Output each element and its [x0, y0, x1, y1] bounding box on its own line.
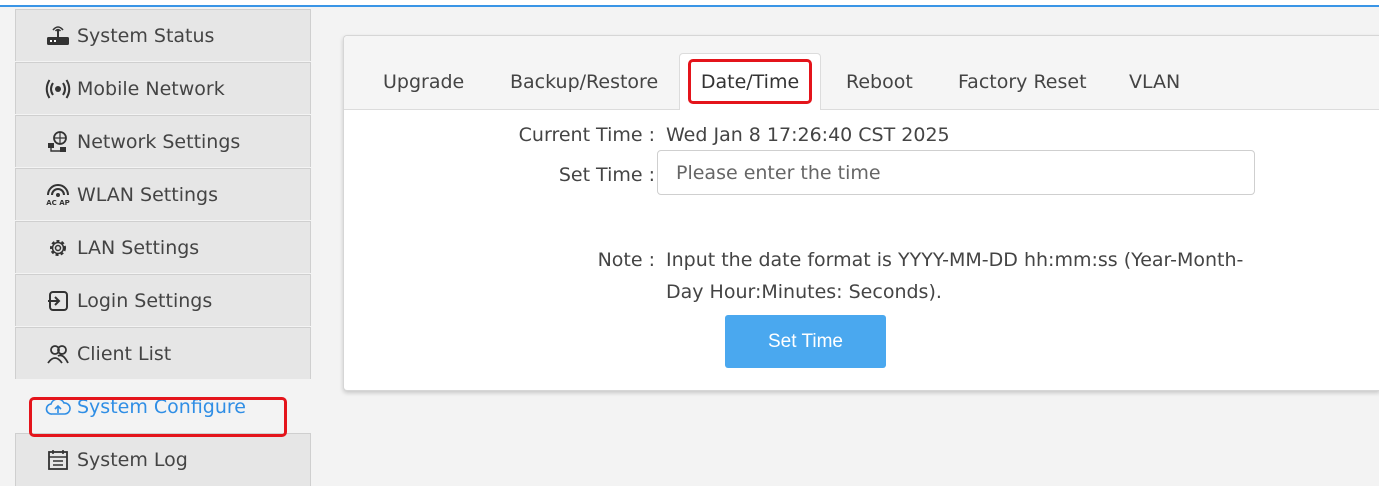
users-icon: [45, 341, 71, 367]
set-time-input[interactable]: [657, 150, 1255, 195]
sidebar-item-label: Client List: [77, 342, 172, 365]
current-time-value: Wed Jan 8 17:26:40 CST 2025: [666, 124, 950, 146]
sidebar-item-login-settings[interactable]: Login Settings: [15, 274, 311, 326]
wifi-ap-icon: AC AP: [45, 182, 71, 208]
sidebar-item-label: Mobile Network: [77, 77, 225, 100]
tab-bar: Upgrade Backup/Restore Date/Time Reboot …: [344, 36, 1379, 110]
top-accent-bar: [0, 0, 1379, 7]
sidebar-item-client-list[interactable]: Client List: [15, 327, 311, 379]
tab-factory-reset[interactable]: Factory Reset: [958, 71, 1087, 93]
sidebar-item-label: Login Settings: [77, 289, 213, 312]
set-time-label: Set Time :: [558, 164, 655, 186]
tab-vlan[interactable]: VLAN: [1129, 71, 1180, 93]
sidebar-item-network-settings[interactable]: Network Settings: [15, 115, 311, 167]
login-icon: [45, 288, 71, 314]
signal-icon: [45, 76, 71, 102]
tab-date-time[interactable]: Date/Time: [679, 53, 821, 110]
router-icon: [45, 23, 71, 49]
sidebar-item-mobile-network[interactable]: Mobile Network: [15, 62, 311, 114]
sidebar-item-label: System Status: [77, 24, 215, 47]
sidebar-item-label: System Log: [77, 449, 188, 471]
sidebar-item-lan-settings[interactable]: LAN Settings: [15, 221, 311, 273]
svg-text:AC AP: AC AP: [46, 199, 70, 207]
sidebar-item-label: LAN Settings: [77, 236, 200, 259]
tab-reboot[interactable]: Reboot: [846, 71, 913, 93]
current-time-label: Current Time :: [518, 124, 655, 146]
log-icon: [45, 447, 71, 473]
sidebar: System Status Mobile Network Network Set…: [15, 9, 313, 486]
gear-icon: [45, 235, 71, 261]
highlight-box: [29, 397, 287, 437]
tab-backup-restore[interactable]: Backup/Restore: [510, 71, 658, 93]
sidebar-item-label: Network Settings: [77, 130, 241, 153]
tab-upgrade[interactable]: Upgrade: [383, 71, 464, 93]
set-time-button[interactable]: Set Time: [725, 315, 886, 368]
note-text: Input the date format is YYYY-MM-DD hh:m…: [666, 249, 1244, 303]
note-label: Note :: [597, 249, 655, 271]
sidebar-item-label: WLAN Settings: [77, 183, 218, 206]
sidebar-item-wlan-settings[interactable]: AC AP WLAN Settings: [15, 168, 311, 220]
sidebar-item-system-log[interactable]: System Log: [15, 433, 311, 486]
tab-label: Date/Time: [700, 71, 800, 93]
sidebar-item-system-status[interactable]: System Status: [15, 9, 311, 61]
network-icon: [45, 129, 71, 155]
